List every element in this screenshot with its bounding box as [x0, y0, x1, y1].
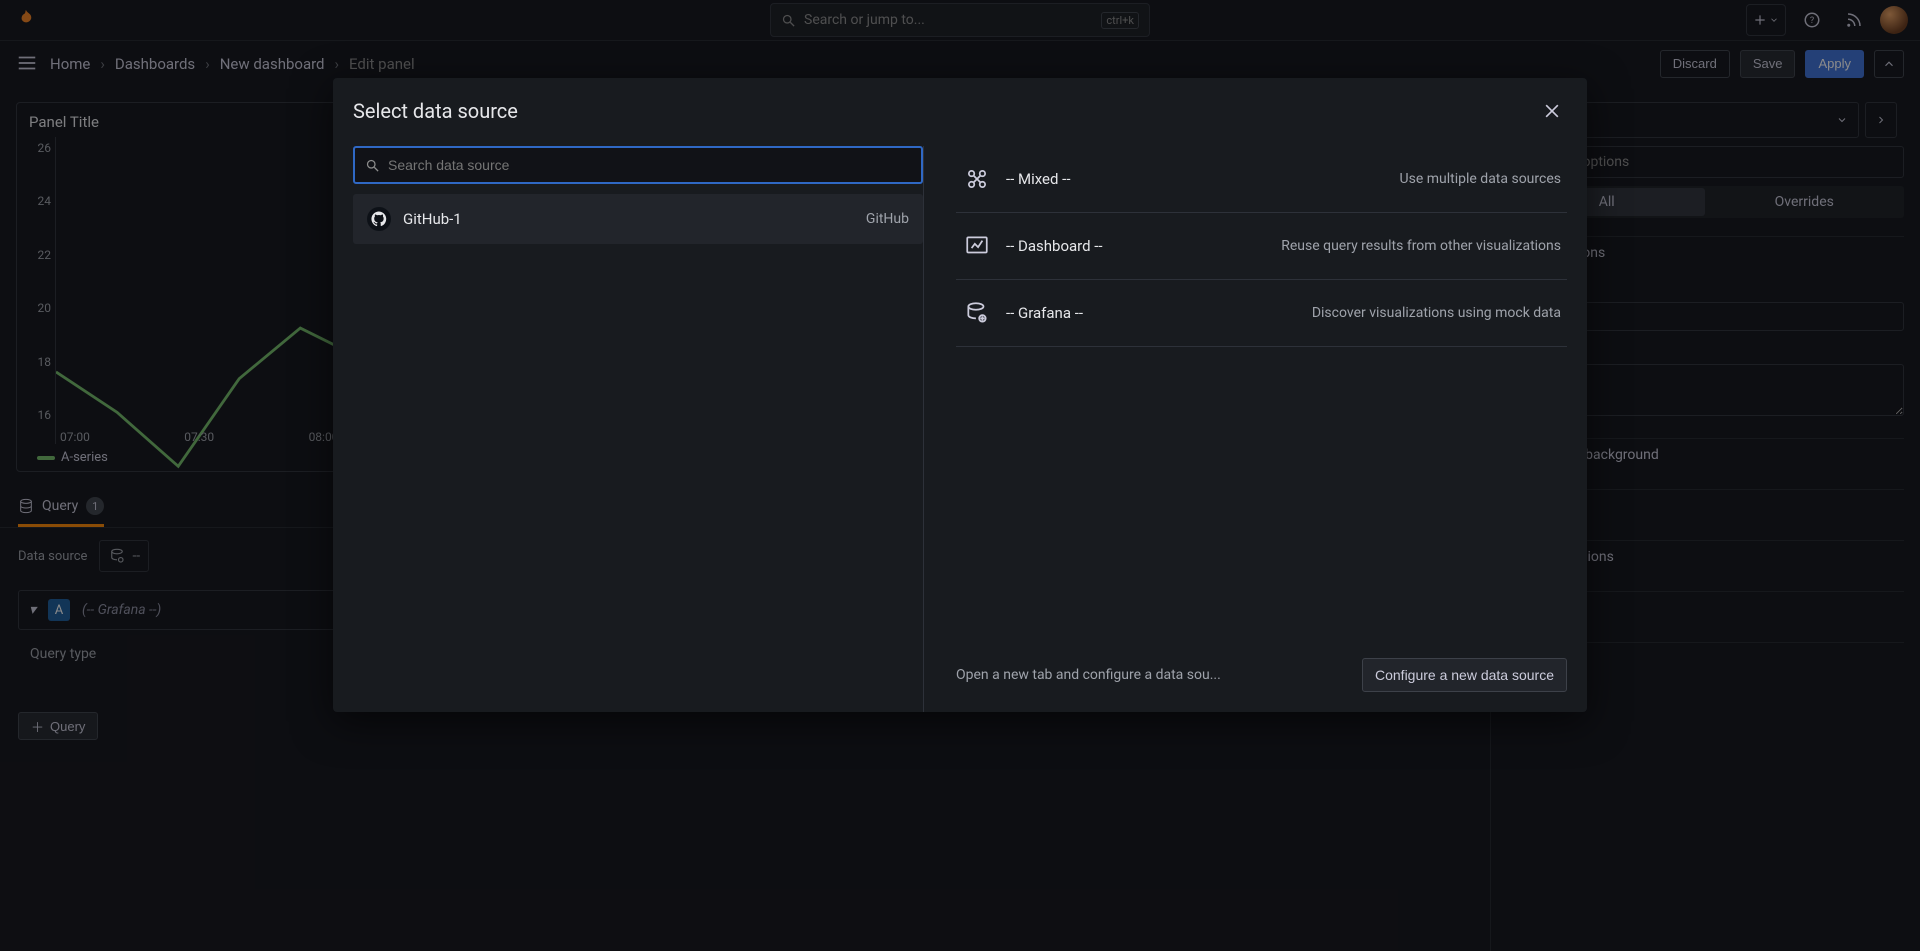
datasource-search-input[interactable]: [388, 157, 911, 173]
select-datasource-modal: Select data source GitHub-1 GitHub: [333, 78, 1587, 712]
datasource-result-name: GitHub-1: [403, 210, 462, 228]
builtin-mixed[interactable]: -- Mixed -- Use multiple data sources: [956, 146, 1567, 213]
modal-close-button[interactable]: [1537, 96, 1567, 126]
datasource-result-type: GitHub: [866, 211, 909, 227]
close-icon: [1542, 101, 1562, 121]
search-icon: [365, 158, 380, 173]
configure-datasource-button[interactable]: Configure a new data source: [1362, 658, 1567, 692]
mixed-icon: [962, 164, 992, 194]
modal-title: Select data source: [353, 99, 1537, 123]
builtin-dashboard[interactable]: -- Dashboard -- Reuse query results from…: [956, 213, 1567, 280]
datasource-search[interactable]: [353, 146, 923, 184]
builtin-grafana[interactable]: -- Grafana -- Discover visualizations us…: [956, 280, 1567, 347]
grafana-ds-icon: [962, 298, 992, 328]
github-icon: [367, 207, 391, 231]
datasource-result-github[interactable]: GitHub-1 GitHub: [353, 194, 923, 244]
modal-overlay[interactable]: Select data source GitHub-1 GitHub: [0, 0, 1920, 951]
dashboard-icon: [962, 231, 992, 261]
modal-footer-hint: Open a new tab and configure a data sou.…: [956, 667, 1346, 683]
